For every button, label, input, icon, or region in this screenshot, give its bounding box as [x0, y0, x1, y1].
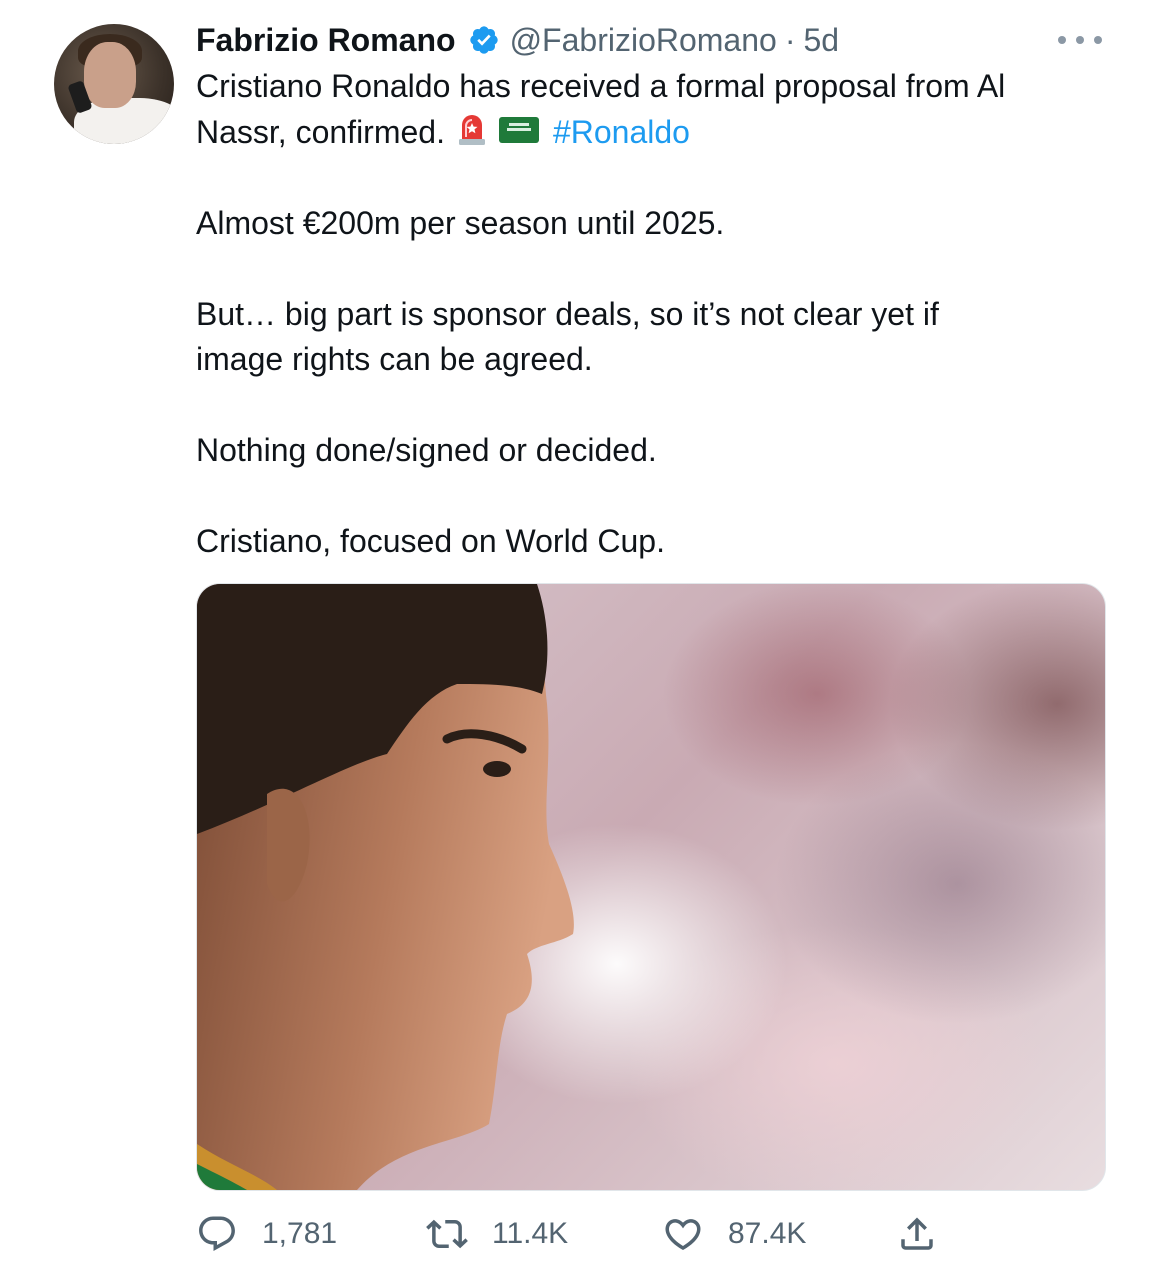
tweet-line: Nassr, confirmed. #Ronaldo: [196, 110, 1116, 156]
like-count: 87.4K: [728, 1217, 807, 1250]
retweet-count: 11.4K: [492, 1217, 569, 1250]
tweet-paragraph: Almost €200m per season until 2025.: [196, 204, 725, 241]
tweet-photo[interactable]: [196, 583, 1106, 1191]
heart-icon: [665, 1219, 701, 1251]
tweet-card[interactable]: Fabrizio Romano @FabrizioRomano · 5d Cri…: [0, 0, 1159, 1280]
tweet-paragraph: Cristiano, focused on World Cup.: [196, 523, 665, 559]
share-icon: [901, 1217, 933, 1250]
saudi-arabia-flag-emoji: [498, 117, 539, 144]
tweet-line: Cristiano Ronaldo has received a formal …: [196, 68, 1006, 104]
more-dot: [1058, 36, 1066, 44]
more-options-icon[interactable]: [1058, 28, 1102, 52]
tweet-line-text: Nassr, confirmed.: [196, 113, 445, 150]
rotating-light-emoji: [458, 115, 485, 146]
author-avatar[interactable]: [54, 24, 174, 144]
tweet-actions: 1,781 11.4K 87.4K: [196, 1210, 956, 1258]
tweet-text: Cristiano Ronaldo has received a formal …: [196, 64, 1116, 565]
more-dot: [1094, 36, 1102, 44]
reply-button[interactable]: 1,781: [196, 1210, 337, 1258]
reply-icon: [199, 1216, 235, 1251]
retweet-button[interactable]: 11.4K: [426, 1210, 568, 1258]
header-separator: ·: [784, 21, 796, 58]
reply-count: 1,781: [262, 1217, 338, 1250]
retweet-icon: [426, 1219, 468, 1249]
verified-badge-icon: [469, 26, 498, 54]
more-dot: [1076, 36, 1084, 44]
share-button[interactable]: [896, 1210, 938, 1258]
tweet-paragraph: But… big part is sponsor deals, so it’s …: [196, 295, 939, 332]
tweet-paragraph: image rights can be agreed.: [196, 341, 593, 377]
tweet-header: Fabrizio Romano @FabrizioRomano · 5d: [196, 18, 839, 62]
like-button[interactable]: 87.4K: [662, 1210, 806, 1258]
author-name[interactable]: Fabrizio Romano: [196, 22, 456, 59]
tweet-paragraph: Nothing done/signed or decided.: [196, 432, 657, 468]
author-handle[interactable]: @FabrizioRomano: [510, 22, 777, 59]
tweet-timestamp[interactable]: 5d: [803, 22, 839, 59]
photo-player-profile: [197, 584, 787, 1190]
avatar-face: [84, 42, 136, 108]
hashtag-link[interactable]: #Ronaldo: [553, 114, 690, 150]
